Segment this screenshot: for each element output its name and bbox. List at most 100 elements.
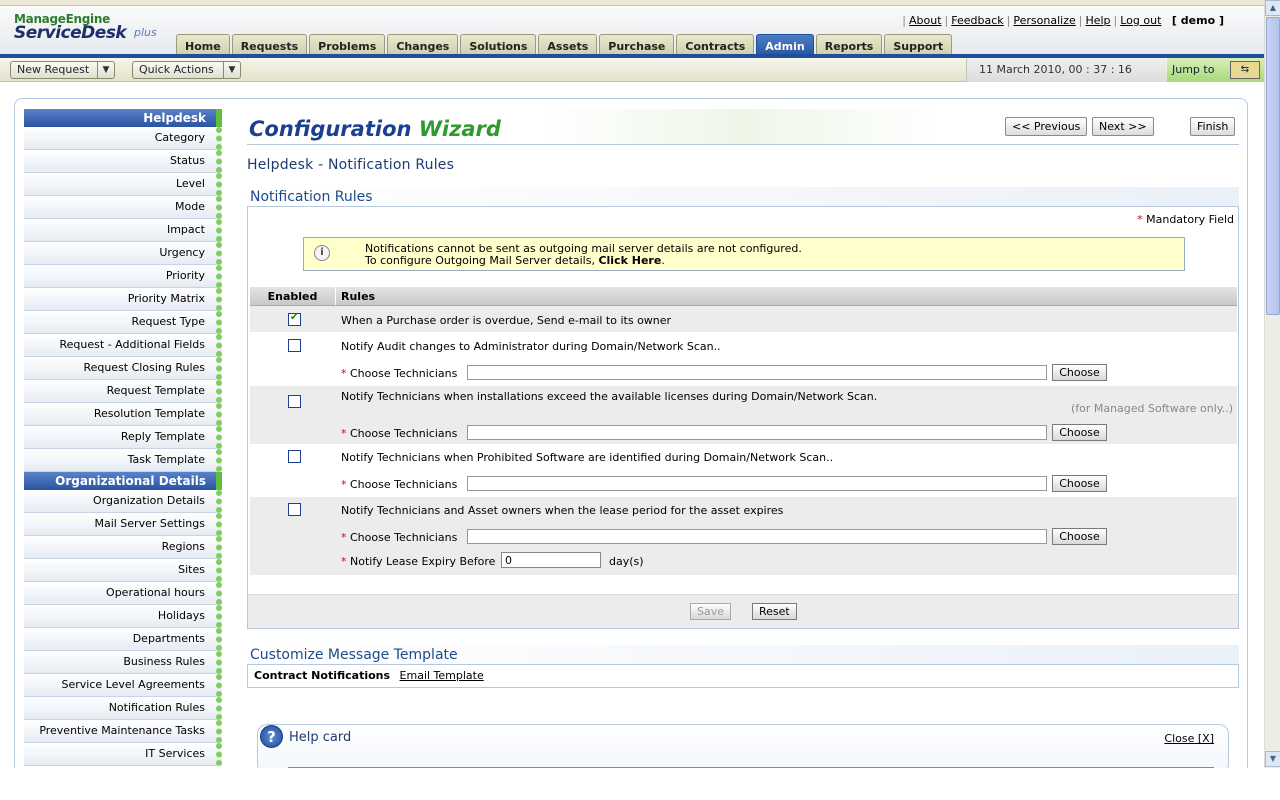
sidebar-item-task-template[interactable]: Task Template [24,449,222,472]
finish-button[interactable]: Finish [1190,117,1236,136]
sidebar-item-resolution-template[interactable]: Resolution Template [24,403,222,426]
notification-rules-panel: * Mandatory Field i Notifications cannot… [247,207,1239,629]
sidebar-item-status[interactable]: Status [24,150,222,173]
new-request-label: New Request [17,63,90,76]
info-icon: i [314,245,330,261]
choose-button[interactable]: Choose [1052,528,1107,545]
sidebar-item-category[interactable]: Category [24,127,222,150]
rule-1-checkbox[interactable] [288,312,301,326]
choose-technicians-label: Choose Technicians [350,478,458,491]
about-link[interactable]: About [909,14,942,27]
logout-link[interactable]: Log out [1120,14,1161,27]
technicians-input[interactable] [467,365,1047,380]
sidebar-item-urgency[interactable]: Urgency [24,242,222,265]
scroll-up-icon[interactable]: ▲ [1265,0,1280,16]
chevron-down-icon[interactable]: ▼ [223,62,240,78]
scrollbar-thumb[interactable] [1266,17,1280,315]
choose-technicians-row: * Choose Technicians Choose [341,528,1107,545]
sidebar-item-mail-server-settings[interactable]: Mail Server Settings [24,513,222,536]
sidebar-item-request-type[interactable]: Request Type [24,311,222,334]
jump-to-icon[interactable]: ⇆ [1230,61,1260,79]
new-request-button[interactable]: New Request ▼ [10,61,115,79]
logo-product: ServiceDesk [14,23,127,43]
current-datetime: 11 March 2010, 00 : 37 : 16 [966,58,1166,82]
sidebar-item-impact[interactable]: Impact [24,219,222,242]
help-card-title: Help card [289,730,352,745]
help-link[interactable]: Help [1085,14,1110,27]
main-content: Configuration Wizard << Previous Next >>… [247,109,1239,688]
quick-actions-label: Quick Actions [139,63,214,76]
technicians-input[interactable] [467,529,1047,544]
rule-3-checkbox[interactable] [288,395,301,408]
sidebar-item-level[interactable]: Level [24,173,222,196]
lease-expiry-input[interactable] [501,552,601,568]
rule-row: Notify Technicians when installations ex… [250,386,1237,444]
sidebar-item-holidays[interactable]: Holidays [24,605,222,628]
rule-4-checkbox[interactable] [288,450,301,463]
sidebar-item-departments[interactable]: Departments [24,628,222,651]
next-button[interactable]: Next >> [1092,117,1154,136]
sidebar-item-regions[interactable]: Regions [24,536,222,559]
help-card: ? Help card Close [X] [257,724,1229,774]
sidebar-item-request-template[interactable]: Request Template [24,380,222,403]
jump-to[interactable]: Jump to ⇆ [1167,58,1264,82]
help-card-close-link[interactable]: Close [X] [1164,732,1214,745]
sidebar-item-operational-hours[interactable]: Operational hours [24,582,222,605]
choose-technicians-label: Choose Technicians [350,427,458,440]
rule-row: When a Purchase order is overdue, Send e… [250,306,1237,332]
lease-expiry-label: Notify Lease Expiry Before [350,555,496,568]
rule-2-checkbox[interactable] [288,339,301,352]
sidebar-item-reply-template[interactable]: Reply Template [24,426,222,449]
choose-button[interactable]: Choose [1052,364,1107,381]
rule-5-checkbox[interactable] [288,503,301,516]
sidebar-item-sites[interactable]: Sites [24,559,222,582]
sidebar-item-notification-rules[interactable]: Notification Rules [24,697,222,720]
feedback-link[interactable]: Feedback [951,14,1003,27]
servicedesk-logo[interactable]: ManageEngine ServiceDesk plus [14,12,157,43]
required-asterisk: * [341,555,347,568]
technicians-input[interactable] [467,425,1047,440]
sidebar-item-preventive-maintenance-tasks[interactable]: Preventive Maintenance Tasks [24,720,222,743]
contract-notifications-label: Contract Notifications [254,669,391,682]
technicians-input[interactable] [467,476,1047,491]
info-line-2: To configure Outgoing Mail Server detail… [365,254,595,267]
required-asterisk: * [341,478,347,491]
sidebar-item-priority-matrix[interactable]: Priority Matrix [24,288,222,311]
sidebar-section-helpdesk[interactable]: Helpdesk [24,109,222,127]
previous-button[interactable]: << Previous [1005,117,1088,136]
email-template-link[interactable]: Email Template [400,669,484,682]
sidebar-item-priority[interactable]: Priority [24,265,222,288]
sidebar-item-business-rules[interactable]: Business Rules [24,651,222,674]
vertical-scrollbar[interactable]: ▲ ▼ [1264,0,1280,768]
bottom-blank [0,768,1280,800]
mandatory-note: * Mandatory Field [1137,213,1234,226]
quick-actions-button[interactable]: Quick Actions ▼ [132,61,241,79]
reset-button[interactable]: Reset [752,603,797,620]
choose-button[interactable]: Choose [1052,475,1107,492]
chevron-down-icon[interactable]: ▼ [97,62,114,78]
sidebar-item-organization-details[interactable]: Organization Details [24,490,222,513]
app-header: ManageEngine ServiceDesk plus | About | Fee… [0,6,1264,60]
choose-button[interactable]: Choose [1052,424,1107,441]
mandatory-label: Mandatory Field [1146,213,1234,226]
click-here-link[interactable]: Click Here [598,254,661,267]
page-title: Helpdesk - Notification Rules [247,157,455,173]
save-button[interactable]: Save [690,603,732,620]
sidebar-item-it-services[interactable]: IT Services [24,743,222,766]
sidebar-item-mode[interactable]: Mode [24,196,222,219]
sidebar-item-service-level-agreements[interactable]: Service Level Agreements [24,674,222,697]
lease-expiry-unit: day(s) [609,555,644,568]
rules-table: Enabled Rules When a Purchase order is o… [250,287,1237,575]
sidebar-item-request-closing-rules[interactable]: Request Closing Rules [24,357,222,380]
jump-to-label: Jump to [1172,63,1215,76]
sidebar-section-organizational-details[interactable]: Organizational Details [24,472,222,490]
sidebar-item-request-additional-fields[interactable]: Request - Additional Fields [24,334,222,357]
required-asterisk: * [341,367,347,380]
choose-technicians-row: * Choose Technicians Choose [341,364,1107,381]
info-message: i Notifications cannot be sent as outgoi… [303,237,1185,271]
top-links: | About | Feedback | Personalize | Help | Log out… [902,14,1224,27]
personalize-link[interactable]: Personalize [1013,14,1075,27]
scroll-down-icon[interactable]: ▼ [1265,751,1280,767]
rule-5-text: Notify Technicians and Asset owners when… [341,504,784,517]
lease-expiry-row: * Notify Lease Expiry Before day(s) [341,552,644,568]
